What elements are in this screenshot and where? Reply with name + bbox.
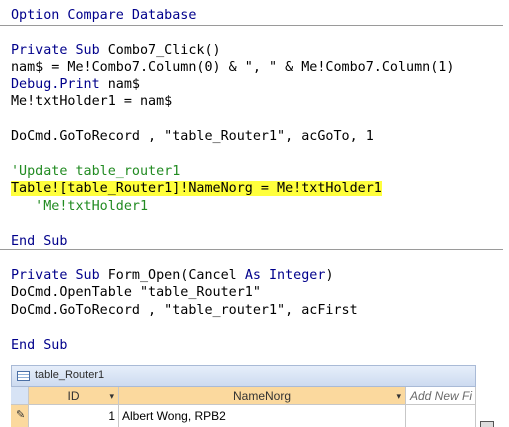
datasheet-table: table_Router1 ID ▾ NameNorg ▾ Add New Fi ✎…	[11, 365, 476, 427]
code-comment: 'Me!txtHolder1	[11, 199, 149, 214]
column-header-namenorg[interactable]: NameNorg ▾	[119, 387, 406, 405]
procedure-separator	[0, 249, 503, 250]
chevron-down-icon[interactable]: ▾	[109, 387, 114, 405]
code-line: DoCmd.GoToRecord , "table_Router1", acGo…	[11, 129, 374, 144]
datasheet-title: table_Router1	[35, 369, 105, 381]
record-selector[interactable]: ✎	[11, 405, 29, 427]
table-row[interactable]: ✎ 1 Albert Wong, RPB2	[11, 405, 476, 427]
table-icon	[17, 371, 30, 381]
code-line: DoCmd.GoToRecord , "table_router1", acFi…	[11, 303, 358, 318]
column-header-id[interactable]: ID ▾	[29, 387, 119, 405]
option-compare-line: Option Compare Database	[11, 8, 197, 23]
sub1-end: End Sub	[11, 234, 68, 249]
pencil-icon: ✎	[16, 409, 26, 421]
code-comment: 'Update table_router1	[11, 164, 181, 179]
column-header-add-new-field[interactable]: Add New Fi	[406, 387, 476, 405]
code-line: nam$ = Me!Combo7.Column(0) & ", " & Me!C…	[11, 60, 455, 75]
column-header-row: ID ▾ NameNorg ▾ Add New Fi	[11, 387, 476, 405]
code-line: Debug.Print nam$	[11, 77, 140, 92]
cell-add-new-field[interactable]	[406, 405, 476, 427]
code-line: Me!txtHolder1 = nam$	[11, 94, 173, 109]
procedure-separator	[0, 25, 503, 26]
datasheet-title-bar[interactable]: table_Router1	[11, 365, 476, 387]
select-all-corner[interactable]	[11, 387, 29, 405]
cell-id[interactable]: 1	[29, 405, 119, 427]
highlighted-code-line: Table![table_Router1]!NameNorg = Me!txtH…	[11, 181, 382, 196]
chevron-down-icon[interactable]: ▾	[396, 387, 401, 405]
code-editor[interactable]: Option Compare Database Private Sub Comb…	[0, 0, 503, 358]
code-line: DoCmd.OpenTable "table_Router1"	[11, 285, 261, 300]
cell-namenorg[interactable]: Albert Wong, RPB2	[119, 405, 406, 427]
sub2-end: End Sub	[11, 338, 68, 353]
window-icon	[480, 421, 494, 427]
sub2-declaration: Private Sub Form_Open(Cancel As Integer)	[11, 268, 334, 283]
sub1-declaration: Private Sub Combo7_Click()	[11, 43, 221, 58]
